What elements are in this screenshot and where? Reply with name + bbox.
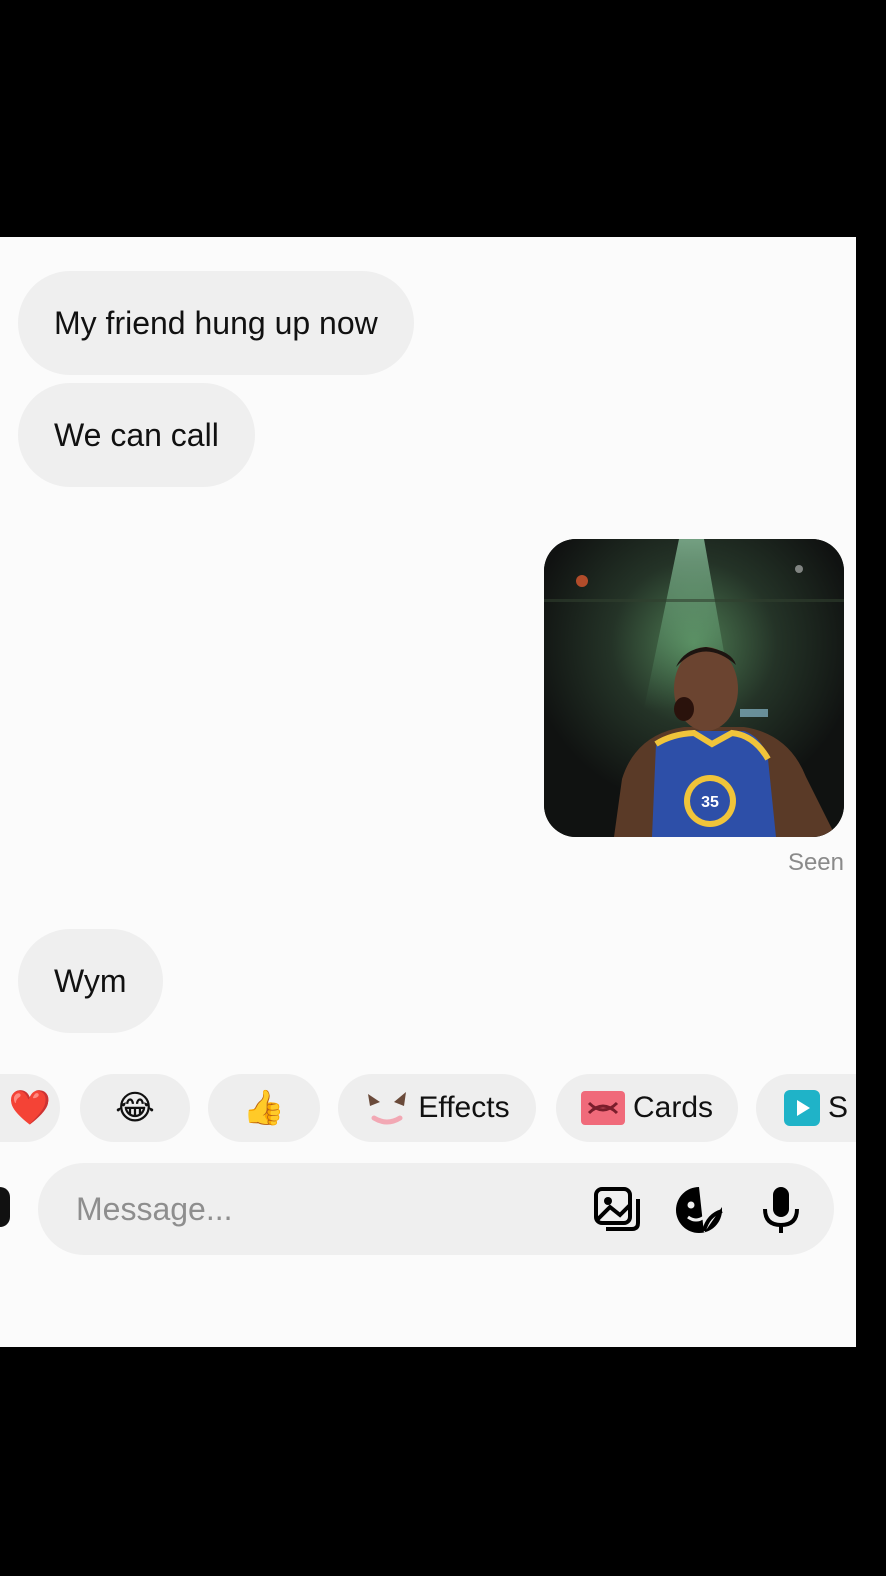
message-input[interactable]: Message... [76,1163,233,1255]
incoming-message[interactable]: My friend hung up now [18,271,414,375]
sent-photo-message[interactable]: 35 [544,539,844,837]
play-icon [784,1090,820,1126]
thumbs-up-reaction-button[interactable]: 👍 [208,1074,320,1142]
camera-icon[interactable] [0,1187,10,1227]
heart-emoji: ❤️ [8,1089,52,1127]
effects-label: Effects [418,1091,510,1124]
message-composer[interactable]: Message... [38,1163,834,1255]
microphone-icon[interactable] [756,1185,806,1235]
cards-icon [580,1091,625,1125]
basketball-player-image: 35 [544,539,844,837]
laughing-emoji: 😂 [115,1089,155,1127]
effects-icon [364,1088,410,1128]
partially-visible-button[interactable]: S [756,1074,856,1142]
heart-reaction-button[interactable]: ❤️ [0,1074,60,1142]
partial-label: S [828,1091,849,1124]
svg-text:35: 35 [701,794,719,811]
cards-button[interactable]: Cards [556,1074,738,1142]
chat-screen: My friend hung up now We can call 35 See… [0,237,856,1347]
sticker-icon[interactable] [674,1185,724,1235]
thumbs-up-emoji: 👍 [242,1089,286,1127]
incoming-message[interactable]: Wym [18,929,163,1033]
incoming-message[interactable]: We can call [18,383,255,487]
effects-button[interactable]: Effects [338,1074,536,1142]
seen-status: Seen [787,849,844,876]
laugh-reaction-button[interactable]: 😂 [80,1074,190,1142]
cards-label: Cards [632,1091,714,1124]
photo-gallery-icon[interactable] [592,1185,642,1235]
